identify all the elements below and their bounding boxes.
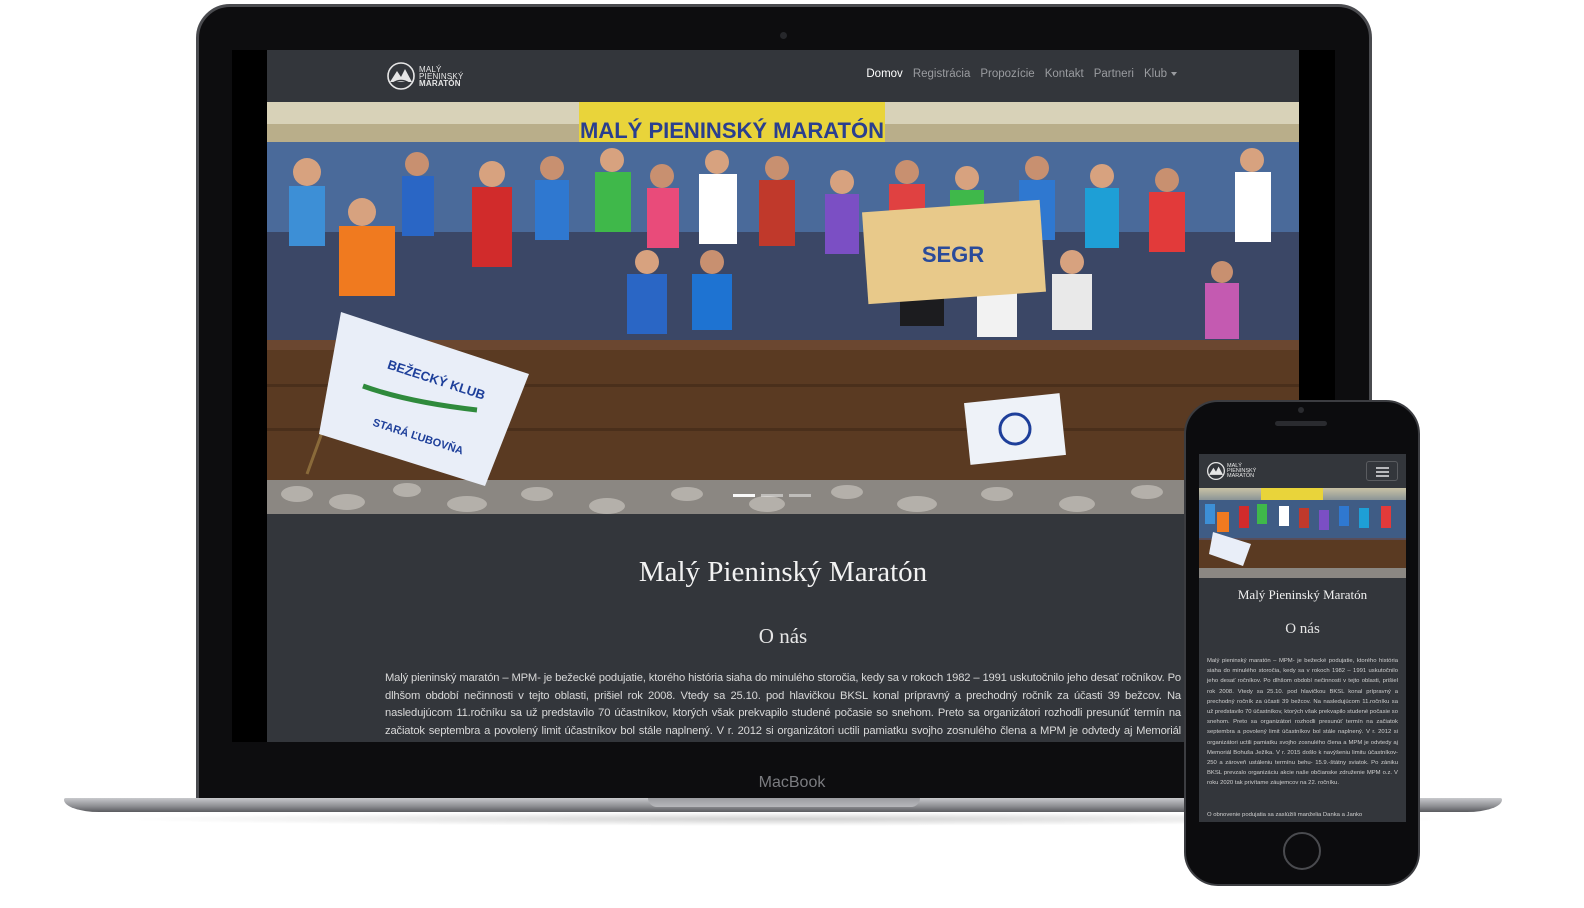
mobile-hero-photo[interactable] [1199, 488, 1406, 578]
hero-banner-text: MALÝ PIENINSKÝ MARATÓN [580, 118, 884, 143]
logo-text: MALÝ PIENINSKÝ MARATÓN [419, 66, 463, 88]
hero-photo: MALÝ PIENINSKÝ MARATÓN SEGR BEŽECKÝ KLUB… [267, 102, 1299, 514]
mobile-section-heading: O nás [1285, 621, 1320, 637]
mobile-logo-line3: MARATÓN [1227, 473, 1255, 479]
phone-home-button[interactable] [1283, 832, 1321, 870]
mobile-about-text-2: O obnovenie podujatia sa zaslúžili manže… [1207, 812, 1363, 818]
nav-item-propozicie[interactable]: Propozície [980, 68, 1034, 80]
about-section: Malý Pieninský Maratón O nás Malý pienin… [267, 514, 1299, 742]
nav-links: Domov Registrácia Propozície Kontakt Par… [866, 68, 1177, 80]
carousel-dot-3[interactable] [789, 494, 811, 497]
desktop-site: MALÝ PIENINSKÝ MARATÓN Domov Registrácia… [267, 50, 1299, 742]
caret-down-icon [1171, 71, 1177, 76]
page-title: Malý Pieninský Maratón [638, 556, 928, 588]
laptop-notch [648, 798, 920, 807]
nav-item-domov[interactable]: Domov [866, 68, 902, 80]
mobile-logo-text: MALÝ PIENINSKÝ MARATÓN [1227, 463, 1256, 479]
nav-item-kontakt[interactable]: Kontakt [1045, 68, 1084, 80]
hamburger-menu-icon[interactable] [1366, 461, 1398, 481]
phone-speaker [1275, 421, 1327, 426]
logo-line3: MARATÓN [419, 79, 461, 88]
mobile-about-text: Malý pieninský maratón – MPM- je bežecké… [1207, 658, 1398, 787]
phone-camera [1298, 407, 1304, 413]
section-heading: O nás [758, 624, 808, 648]
hero-carousel[interactable]: MALÝ PIENINSKÝ MARATÓN SEGR BEŽECKÝ KLUB… [267, 102, 1299, 514]
nav-item-klub[interactable]: Klub [1144, 68, 1177, 80]
laptop-camera [780, 32, 787, 39]
nav-item-klub-label: Klub [1143, 68, 1167, 80]
mobile-page-title: Malý Pieninský Maratón [1237, 587, 1368, 602]
carousel-dot-1[interactable] [733, 494, 755, 497]
about-text: Malý pieninský maratón – MPM- je bežecké… [385, 672, 1181, 737]
navbar: MALÝ PIENINSKÝ MARATÓN Domov Registrácia… [267, 50, 1299, 102]
phone-screen: MALÝ PIENINSKÝ MARATÓN Malý Pieninský Ma… [1199, 454, 1406, 822]
nav-item-registracia[interactable]: Registrácia [913, 68, 971, 80]
hero-sponsor-text: SEGR [922, 242, 984, 267]
nav-item-partneri[interactable]: Partneri [1094, 68, 1134, 80]
laptop-screen: MALÝ PIENINSKÝ MARATÓN Domov Registrácia… [232, 50, 1335, 742]
site-logo[interactable]: MALÝ PIENINSKÝ MARATÓN [387, 62, 467, 90]
mountain-logo-icon [387, 62, 415, 90]
carousel-dot-2[interactable] [761, 494, 783, 497]
crowd [267, 142, 1299, 342]
mobile-hero-image [1199, 488, 1406, 578]
mountain-logo-icon[interactable] [1207, 462, 1225, 480]
carousel-indicators [733, 494, 811, 497]
